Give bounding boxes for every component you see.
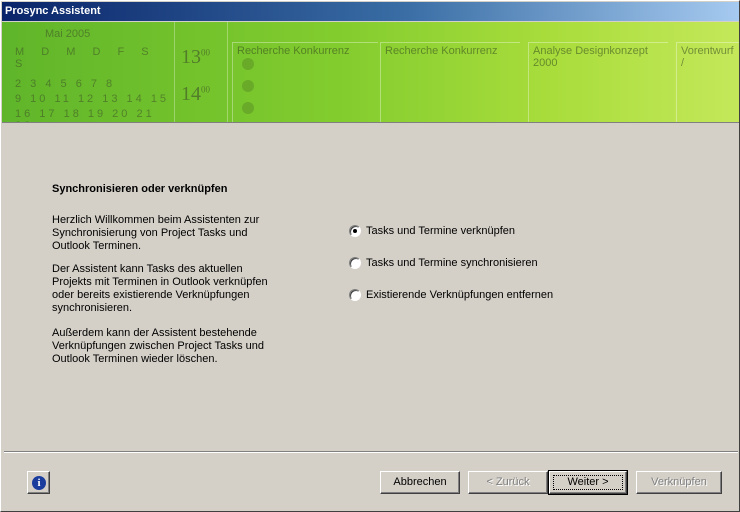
banner-lane: Recherche Konkurrenz bbox=[232, 42, 378, 122]
radio-button[interactable] bbox=[349, 289, 361, 301]
option-link[interactable]: Tasks und Termine verknüpfen bbox=[349, 224, 515, 238]
banner-lane: Analyse Designkonzept 2000 bbox=[528, 42, 668, 122]
banner-calendar: Mai 2005 M D M D F S S 2 3 4 5 6 7 8 9 1… bbox=[2, 22, 172, 122]
option-sync[interactable]: Tasks und Termine synchronisieren bbox=[349, 256, 538, 270]
banner-hour: 1400 bbox=[181, 83, 210, 105]
banner-week-row: 9 10 11 12 13 14 15 bbox=[15, 93, 170, 105]
banner-week-row: 16 17 18 19 20 21 22 bbox=[15, 108, 155, 122]
delete-paragraph: Außerdem kann der Assistent bestehende V… bbox=[52, 327, 264, 365]
description-paragraph: Der Assistent kann Tasks des aktuellen P… bbox=[52, 263, 268, 314]
cancel-button[interactable]: Abbrechen bbox=[380, 471, 460, 494]
radio-button[interactable] bbox=[349, 257, 361, 269]
banner-hour: 1300 bbox=[181, 46, 210, 68]
banner-time-column: 1300 1400 bbox=[174, 22, 228, 122]
option-label: Existierende Verknüpfungen entfernen bbox=[366, 289, 554, 301]
window-title: Prosync Assistent bbox=[5, 5, 101, 17]
banner-week-row: 2 3 4 5 6 7 8 bbox=[15, 78, 116, 90]
radio-button[interactable] bbox=[349, 225, 361, 237]
wizard-content: Synchronisieren oder verknüpfen Herzlich… bbox=[1, 124, 740, 451]
option-label: Tasks und Termine verknüpfen bbox=[366, 225, 515, 237]
wizard-window: Prosync Assistent Mai 2005 M D M D F S S… bbox=[0, 0, 740, 512]
page-heading: Synchronisieren oder verknüpfen bbox=[52, 183, 228, 195]
next-button[interactable]: Weiter > bbox=[548, 470, 628, 495]
banner-lane: Vorentwurf / bbox=[676, 42, 739, 122]
banner-weekdays: M D M D F S S bbox=[15, 46, 156, 70]
banner-lane: Recherche Konkurrenz bbox=[380, 42, 520, 122]
option-label: Tasks und Termine synchronisieren bbox=[366, 257, 538, 269]
intro-paragraph: Herzlich Willkommen beim Assistenten zur… bbox=[52, 214, 260, 252]
banner-month: Mai 2005 bbox=[45, 28, 91, 40]
option-remove-links[interactable]: Existierende Verknüpfungen entfernen bbox=[349, 288, 553, 302]
info-icon: i bbox=[32, 476, 46, 490]
footer-separator bbox=[4, 451, 738, 453]
header-banner: Mai 2005 M D M D F S S 2 3 4 5 6 7 8 9 1… bbox=[2, 22, 739, 123]
title-bar[interactable]: Prosync Assistent bbox=[2, 2, 739, 21]
back-button[interactable]: < Zurück bbox=[468, 471, 548, 494]
link-button[interactable]: Verknüpfen bbox=[636, 471, 722, 494]
info-button[interactable]: i bbox=[27, 471, 50, 494]
